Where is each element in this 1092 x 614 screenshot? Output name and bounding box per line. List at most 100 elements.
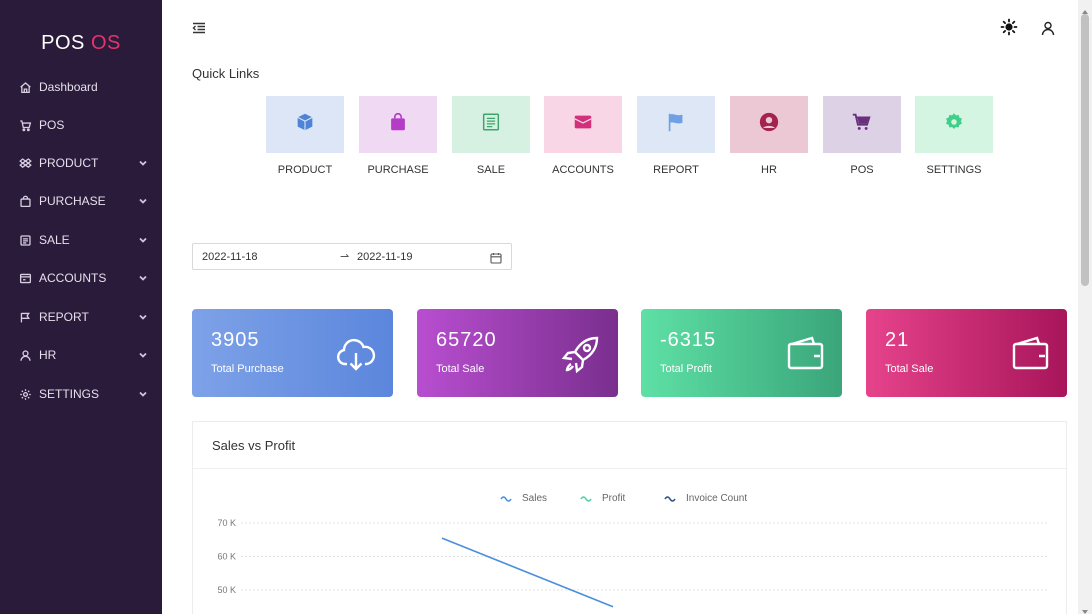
sidebar-item-settings[interactable]: SETTINGS [0,375,162,413]
card-icon [18,271,32,285]
chevron-down-icon [138,234,148,244]
quick-link-tile[interactable] [452,96,530,153]
legend-item[interactable]: Sales [500,493,547,504]
quick-link-hr[interactable]: HR [730,96,808,176]
date-range-separator: ⇀ [340,251,350,263]
quick-link-tile[interactable] [544,96,622,153]
sidebar-item-label: PRODUCT [39,156,99,170]
legend-swatch [500,496,512,502]
user-circle-icon [758,111,780,138]
chevron-down-icon [138,349,148,359]
calendar-icon[interactable] [490,251,502,264]
sidebar-item-pos[interactable]: POS [0,106,162,144]
cart-icon [851,111,873,138]
scroll-up-arrow-icon[interactable] [1081,3,1089,14]
scroll-thumb[interactable] [1081,14,1089,286]
legend-label: Profit [602,493,626,504]
gear-icon [943,111,965,138]
quick-link-label: SETTINGS [926,164,982,176]
legend-swatch [664,496,676,502]
chevron-down-icon [138,388,148,398]
shopping-bag-icon [18,194,32,208]
quick-link-tile[interactable] [637,96,715,153]
sidebar-item-report[interactable]: REPORT [0,298,162,336]
gear-icon [18,387,32,401]
quick-link-pos[interactable]: POS [823,96,901,176]
sidebar-item-dashboard[interactable]: Dashboard [0,68,162,106]
quick-link-accounts[interactable]: ACCOUNTS [544,96,622,176]
quick-link-label: PRODUCT [277,164,333,176]
cube-icon [294,111,316,138]
sidebar-item-label: SETTINGS [39,387,100,401]
sidebar-item-product[interactable]: PRODUCT [0,144,162,182]
stat-value: 21 [885,329,910,351]
series-line-sales [441,537,614,608]
quick-link-label: POS [850,164,874,176]
end-date-input[interactable]: 2022-11-19 [357,251,412,263]
stat-card-total-sale[interactable]: 65720 Total Sale [417,309,618,397]
quick-links-title: Quick Links [192,66,260,81]
sun-icon[interactable] [1000,18,1018,36]
flag-icon [18,310,32,324]
chevron-down-icon [138,195,148,205]
home-icon [18,80,32,94]
sidebar-item-label: ACCOUNTS [39,271,107,285]
y-tick-label: 70 K [217,518,236,528]
sidebar-item-label: HR [39,348,57,362]
quick-link-label: SALE [476,164,506,176]
y-tick-label: 50 K [217,585,236,595]
chevron-down-icon [138,272,148,282]
wallet-icon [784,333,826,375]
sidebar-item-hr[interactable]: HR [0,336,162,374]
dropbox-icon [18,156,32,170]
rocket-icon [560,333,602,375]
file-text-icon [480,111,502,138]
quick-link-tile[interactable] [823,96,901,153]
quick-link-tile[interactable] [266,96,344,153]
brand-part-2: OS [90,32,121,54]
scroll-down-arrow-icon[interactable] [1081,603,1089,614]
quick-link-label: ACCOUNTS [552,164,614,176]
legend-item[interactable]: Profit [580,493,626,504]
date-range-picker[interactable]: 2022-11-18 ⇀ 2022-11-19 [192,243,512,270]
sidebar-item-sale[interactable]: SALE [0,221,162,259]
sidebar-item-label: Dashboard [39,80,98,94]
user-icon [18,348,32,362]
legend-item[interactable]: Invoice Count [664,493,747,504]
sidebar-item-label: PURCHASE [39,194,106,208]
shopping-bag-icon [387,111,409,138]
stat-card-total-purchase[interactable]: 3905 Total Purchase [192,309,393,397]
quick-link-label: HR [761,164,777,176]
quick-link-sale[interactable]: SALE [452,96,530,176]
legend-swatch [580,496,592,502]
quick-link-purchase[interactable]: PURCHASE [359,96,437,176]
quick-link-tile[interactable] [359,96,437,153]
stat-label: Total Sale [436,363,485,375]
legend-label: Invoice Count [686,493,747,504]
user-icon[interactable] [1040,20,1056,36]
y-tick-label: 60 K [217,552,236,562]
stat-value: 3905 [211,329,260,351]
sidebar-item-purchase[interactable]: PURCHASE [0,182,162,220]
legend-label: Sales [522,493,547,504]
brand-part-1: POS [41,32,85,54]
quick-link-tile[interactable] [915,96,993,153]
stat-value: -6315 [660,329,717,351]
sidebar: POS OS Dashboard POS PRODUCT PURCHASE SA… [0,0,162,614]
stat-card-total-sale-count[interactable]: 21 Total Sale [866,309,1067,397]
cart-icon [18,118,32,132]
quick-link-product[interactable]: PRODUCT [266,96,344,176]
brand-logo[interactable]: POS OS [0,32,162,55]
sidebar-item-accounts[interactable]: ACCOUNTS [0,259,162,297]
start-date-input[interactable]: 2022-11-18 [202,251,257,263]
menu-fold-icon[interactable] [192,21,206,35]
quick-link-tile[interactable] [730,96,808,153]
sidebar-item-label: POS [39,118,65,132]
chevron-down-icon [138,157,148,167]
quick-link-settings[interactable]: SETTINGS [915,96,993,176]
stat-label: Total Sale [885,363,934,375]
stat-card-total-profit[interactable]: -6315 Total Profit [641,309,842,397]
page-scrollbar[interactable] [1078,0,1092,614]
stat-value: 65720 [436,329,497,351]
quick-link-report[interactable]: REPORT [637,96,715,176]
